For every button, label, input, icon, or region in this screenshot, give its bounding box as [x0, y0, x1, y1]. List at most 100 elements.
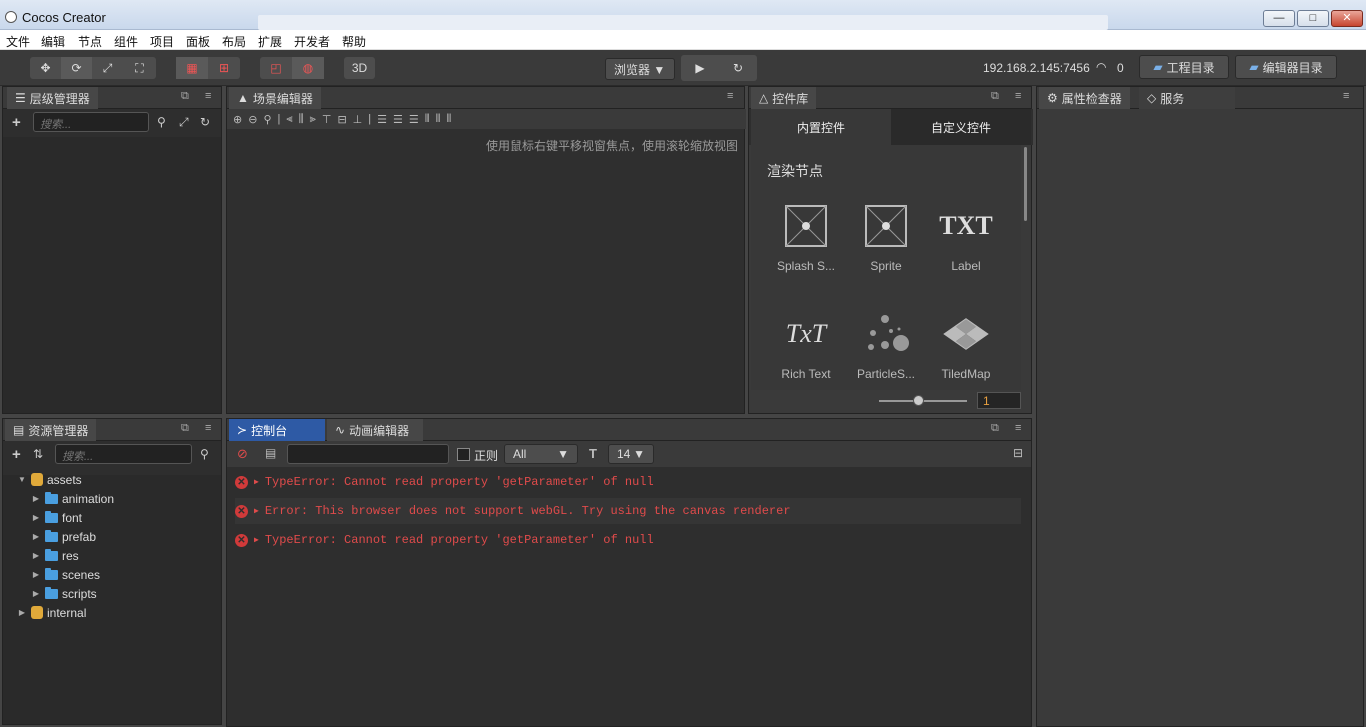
popout-icon[interactable]: ⧉ — [181, 90, 189, 103]
add-asset-icon[interactable]: + — [12, 446, 21, 463]
refresh-icon[interactable]: ↻ — [200, 115, 210, 129]
expand-arrow-icon[interactable]: ▶ — [254, 477, 259, 487]
tree-item-font[interactable]: ▶ font — [31, 508, 82, 527]
distribute-left-icon[interactable]: ⦀ — [425, 113, 430, 126]
menu-edit[interactable]: 编辑 — [41, 33, 65, 50]
play-icon[interactable]: ▶ — [681, 55, 719, 81]
popout-icon[interactable]: ⧉ — [181, 422, 189, 435]
distribute-top-icon[interactable]: ☰ — [377, 113, 387, 126]
assets-tab[interactable]: ▤ 资源管理器 — [5, 419, 97, 441]
expand-arrow-icon[interactable]: ▶ — [31, 494, 41, 503]
log-entry[interactable]: ✕ ▶ TypeError: Cannot read property 'get… — [235, 469, 1021, 495]
tree-item-scripts[interactable]: ▶ scripts — [31, 584, 97, 603]
menu-panel[interactable]: 面板 — [186, 33, 210, 50]
widget-sprite[interactable]: Sprite — [846, 203, 926, 273]
distribute-bottom-icon[interactable]: ☰ — [409, 113, 419, 126]
menu-project[interactable]: 项目 — [150, 33, 174, 50]
align-top-icon[interactable]: ⊤ — [322, 113, 332, 126]
expand-all-icon[interactable]: ⤢ — [179, 115, 189, 130]
widget-library-tab[interactable]: △ 控件库 — [751, 87, 817, 109]
search-icon[interactable]: ⚲ — [157, 115, 166, 129]
menu-extension[interactable]: 扩展 — [258, 33, 282, 50]
maximize-button[interactable]: □ — [1297, 10, 1329, 27]
panel-menu-icon[interactable]: ≡ — [727, 90, 733, 102]
widget-particle-system[interactable]: ParticleS... — [846, 311, 926, 381]
sort-icon[interactable]: ⇅ — [33, 447, 43, 461]
tree-item-scenes[interactable]: ▶ scenes — [31, 565, 100, 584]
open-log-file-icon[interactable]: ▤ — [265, 446, 276, 460]
hierarchy-search-input[interactable]: 搜索... — [33, 112, 149, 132]
panel-menu-icon[interactable]: ≡ — [205, 90, 211, 102]
console-tab[interactable]: ≻ 控制台 — [229, 419, 325, 441]
popout-icon[interactable]: ⧉ — [991, 422, 999, 435]
menu-node[interactable]: 节点 — [78, 33, 102, 50]
scene-viewport[interactable] — [227, 131, 744, 413]
menu-layout[interactable]: 布局 — [222, 33, 246, 50]
rotate-tool-icon[interactable]: ⟳ — [61, 57, 92, 79]
scale-tool-icon[interactable]: ⤢ — [92, 57, 123, 79]
zoom-out-icon[interactable]: ⊖ — [248, 113, 257, 126]
font-size-select[interactable]: 14 ▼ — [608, 444, 654, 464]
collapse-icon[interactable]: ⊟ — [1013, 446, 1023, 460]
zoom-reset-icon[interactable]: ⚲ — [263, 113, 271, 126]
move-tool-icon[interactable]: ✥ — [30, 57, 61, 79]
menu-file[interactable]: 文件 — [6, 33, 30, 50]
expand-arrow-icon[interactable]: ▶ — [254, 506, 259, 516]
distribute-hcenter-icon[interactable]: ⦀ — [436, 113, 441, 126]
inspector-tab[interactable]: ⚙ 属性检查器 — [1039, 87, 1130, 109]
center-mode-icon[interactable]: ⊞ — [208, 57, 240, 79]
panel-menu-icon[interactable]: ≡ — [205, 422, 211, 434]
local-coord-icon[interactable]: ◰ — [260, 57, 292, 79]
panel-menu-icon[interactable]: ≡ — [1015, 422, 1021, 434]
panel-menu-icon[interactable]: ≡ — [1343, 90, 1349, 102]
assets-search-input[interactable]: 搜索... — [55, 444, 192, 464]
minimize-button[interactable]: — — [1263, 10, 1295, 27]
service-tab[interactable]: ◇ 服务 — [1139, 87, 1235, 109]
tree-item-internal[interactable]: ▶ internal — [17, 603, 86, 622]
panel-menu-icon[interactable]: ≡ — [1015, 90, 1021, 102]
close-button[interactable]: ✕ — [1331, 10, 1363, 27]
align-left-icon[interactable]: ⫷ — [286, 113, 292, 126]
menu-help[interactable]: 帮助 — [342, 33, 366, 50]
log-level-select[interactable]: All ▼ — [504, 444, 578, 464]
builtin-widgets-tab[interactable]: 内置控件 — [751, 109, 891, 145]
zoom-in-icon[interactable]: ⊕ — [233, 113, 242, 126]
scene-tab[interactable]: ▲ 场景编辑器 — [229, 87, 321, 109]
refresh-icon[interactable]: ↻ — [719, 55, 757, 81]
log-entry[interactable]: ✕ ▶ Error: This browser does not support… — [235, 498, 1021, 524]
tree-item-res[interactable]: ▶ res — [31, 546, 79, 565]
widget-scrollbar[interactable] — [1024, 147, 1027, 221]
distribute-right-icon[interactable]: ⦀ — [446, 113, 451, 126]
menu-component[interactable]: 组件 — [114, 33, 138, 50]
align-hcenter-icon[interactable]: ⫼ — [299, 113, 304, 126]
tree-item-assets[interactable]: ▼ assets — [17, 470, 82, 489]
preview-platform-select[interactable]: 浏览器 ▼ — [605, 58, 675, 80]
expand-arrow-icon[interactable]: ▶ — [31, 551, 41, 560]
log-entry[interactable]: ✕ ▶ TypeError: Cannot read property 'get… — [235, 527, 1021, 553]
tree-item-animation[interactable]: ▶ animation — [31, 489, 114, 508]
collapse-arrow-icon[interactable]: ▼ — [17, 475, 27, 484]
open-project-dir-button[interactable]: ▰ 工程目录 — [1139, 55, 1229, 79]
align-vcenter-icon[interactable]: ⊟ — [337, 113, 346, 126]
expand-arrow-icon[interactable]: ▶ — [31, 532, 41, 541]
zoom-value-input[interactable]: 1 — [977, 392, 1021, 409]
pivot-mode-icon[interactable]: ▦ — [176, 57, 208, 79]
clear-console-icon[interactable]: ⊘ — [237, 446, 248, 462]
expand-arrow-icon[interactable]: ▶ — [17, 608, 27, 617]
expand-arrow-icon[interactable]: ▶ — [31, 513, 41, 522]
widget-label[interactable]: TXT Label — [926, 203, 1006, 273]
tree-item-prefab[interactable]: ▶ prefab — [31, 527, 96, 546]
popout-icon[interactable]: ⧉ — [991, 90, 999, 103]
rect-tool-icon[interactable]: ⛶ — [123, 57, 156, 79]
align-bottom-icon[interactable]: ⊥ — [353, 113, 363, 126]
add-node-icon[interactable]: + — [12, 114, 21, 131]
regex-checkbox[interactable] — [457, 448, 470, 461]
align-right-icon[interactable]: ⫸ — [310, 113, 316, 126]
animation-editor-tab[interactable]: ∿ 动画编辑器 — [327, 419, 423, 441]
toggle-3d-button[interactable]: 3D — [344, 57, 375, 79]
distribute-vcenter-icon[interactable]: ☰ — [393, 113, 403, 126]
global-coord-icon[interactable]: ◍ — [292, 57, 324, 79]
custom-widgets-tab[interactable]: 自定义控件 — [891, 109, 1031, 145]
widget-rich-text[interactable]: TxT Rich Text — [766, 311, 846, 381]
console-filter-input[interactable] — [287, 444, 449, 464]
